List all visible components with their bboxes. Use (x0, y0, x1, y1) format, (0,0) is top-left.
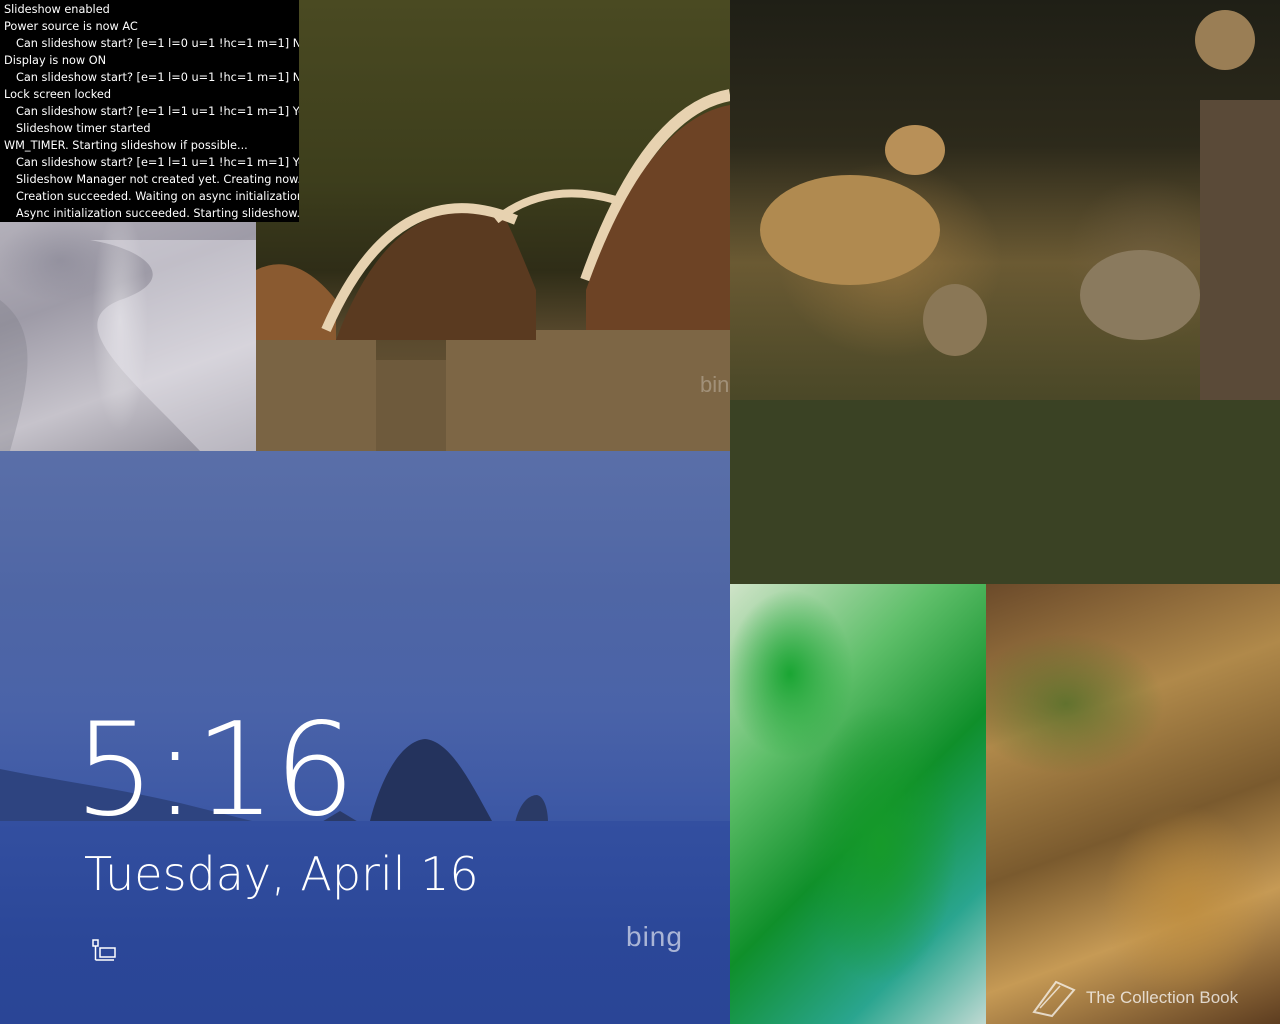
cheetah-family-photo (730, 0, 1280, 584)
lock-screen[interactable]: 5:16 Tuesday, April 16 bing (0, 451, 730, 1024)
lock-screen-date: Tuesday, April 16 (84, 847, 479, 901)
collection-watermark: The Collection Book (1030, 978, 1238, 1018)
debug-log-line: WM_TIMER. Starting slideshow if possible… (4, 139, 248, 152)
collection-watermark-text: The Collection Book (1086, 988, 1239, 1007)
debug-log-line: Lock screen locked (4, 88, 112, 101)
slideshow-debug-log: Slideshow enabled Power source is now AC C… (0, 0, 299, 222)
green-abstract-photo (730, 584, 986, 1024)
debug-log-line: Can slideshow start? [e=1 l=0 u=1 !hc=1 … (16, 71, 299, 84)
arched-bridge-photo: bing (256, 0, 730, 451)
debug-log-line: Can slideshow start? [e=1 l=1 u=1 !hc=1 … (16, 156, 299, 169)
bridge-arches-shape (256, 89, 730, 451)
cheetah-silhouettes-shape (730, 10, 1280, 584)
debug-log-line: Can slideshow start? [e=1 l=0 u=1 !hc=1 … (16, 37, 299, 50)
debug-log-line: Display is now ON (4, 54, 107, 67)
debug-log-line: Creation succeeded. Waiting on async ini… (16, 190, 299, 203)
colorful-mountains-photo: The Collection Book (986, 584, 1280, 1024)
debug-log-line: Slideshow Manager not created yet. Creat… (16, 173, 299, 186)
debug-log-line: Slideshow enabled (4, 3, 110, 16)
bing-logo: bing (626, 921, 683, 952)
bing-watermark-small: bing (700, 372, 730, 397)
debug-log-line: Async initialization succeeded. Starting… (16, 207, 299, 220)
collection-book-icon (1032, 980, 1076, 1018)
debug-log-line: Slideshow timer started (16, 122, 151, 135)
network-icon[interactable] (92, 939, 118, 963)
lock-screen-time: 5:16 (74, 696, 355, 845)
debug-log-line: Power source is now AC (4, 20, 138, 33)
debug-log-line: Can slideshow start? [e=1 l=1 u=1 !hc=1 … (16, 105, 299, 118)
